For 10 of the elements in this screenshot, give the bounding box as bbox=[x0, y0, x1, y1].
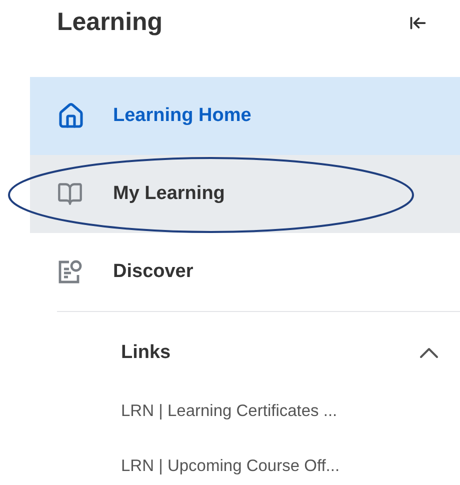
document-search-icon bbox=[57, 259, 83, 285]
panel-title: Learning bbox=[57, 7, 163, 38]
nav-item[interactable]: Learning Home bbox=[30, 77, 460, 155]
link-item[interactable]: LRN | Learning Certificates ... bbox=[121, 399, 338, 424]
collapse-icon bbox=[409, 14, 427, 32]
link-item[interactable]: LRN | Upcoming Course Off... bbox=[121, 454, 340, 478]
nav-item[interactable]: My Learning bbox=[30, 155, 460, 233]
book-icon bbox=[57, 181, 83, 207]
links-heading: Links bbox=[121, 340, 171, 365]
home-icon bbox=[57, 102, 85, 130]
